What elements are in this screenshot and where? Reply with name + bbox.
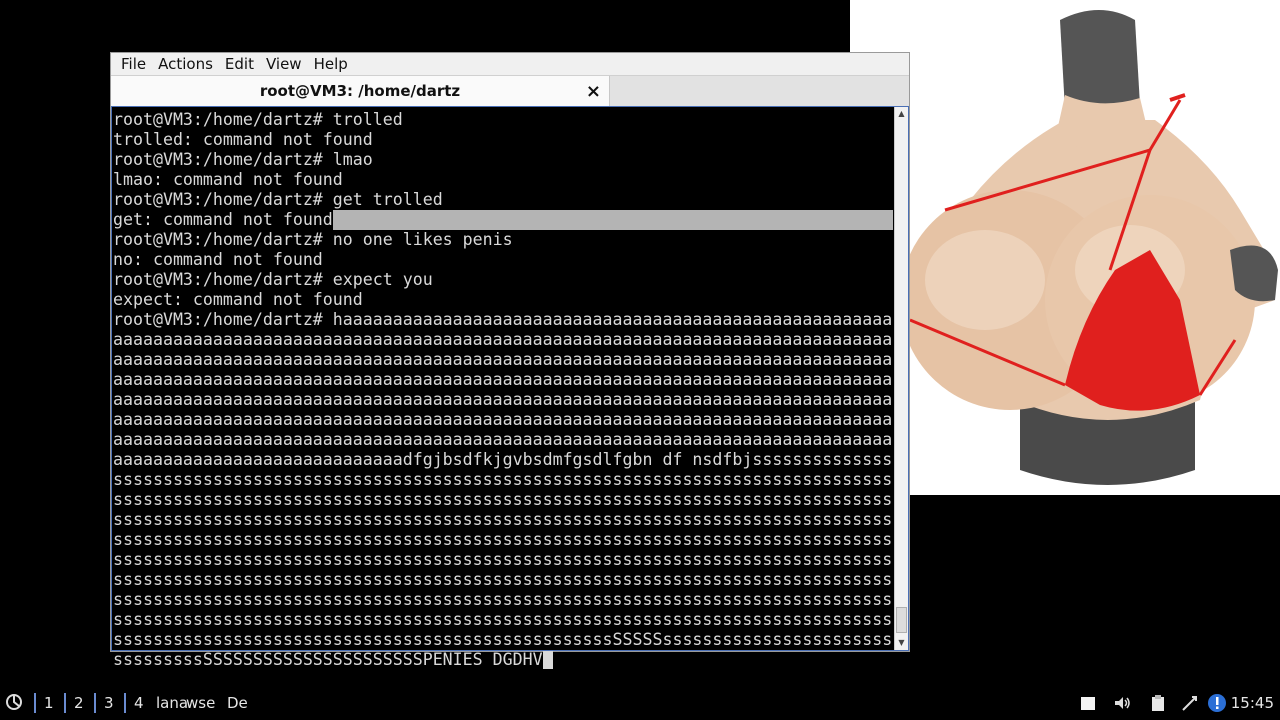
terminal-lines: root@VM3:/home/dartz# trolled trolled: co… <box>113 110 893 670</box>
task-item[interactable]: lana <box>156 694 188 712</box>
taskbar-separator <box>34 693 36 713</box>
desktop: File Actions Edit View Help root@VM3: /h… <box>0 0 1280 720</box>
terminal-line: aaaaaaaaaaaaaaaaaaaaaaaaaaaaaaaaaaaaaaaa… <box>113 330 893 349</box>
terminal-scrollbar[interactable]: ▲ ▼ <box>894 107 908 650</box>
start-menu-icon[interactable] <box>4 692 24 712</box>
product-image <box>850 0 1280 495</box>
menu-help[interactable]: Help <box>308 55 354 73</box>
workspace-1[interactable]: 1 <box>44 694 54 712</box>
volume-icon[interactable] <box>1112 693 1132 713</box>
clipboard-icon[interactable] <box>1148 693 1168 713</box>
terminal-line: aaaaaaaaaaaaaaaaaaaaaaaaaaaaaaaaaaaaaaaa… <box>113 370 893 389</box>
scroll-up-icon[interactable]: ▲ <box>895 107 908 121</box>
terminal-window[interactable]: File Actions Edit View Help root@VM3: /h… <box>110 52 910 669</box>
taskbar: 1 2 3 4 lana wse De 15:45 <box>0 686 1280 720</box>
terminal-line: get: command not found <box>113 210 893 230</box>
terminal-line: root@VM3:/home/dartz# lmao <box>113 150 373 169</box>
workspace-4[interactable]: 4 <box>134 694 144 712</box>
taskbar-separator <box>124 693 126 713</box>
workspace-2[interactable]: 2 <box>74 694 84 712</box>
tab-title: root@VM3: /home/dartz <box>259 82 461 100</box>
network-icon[interactable] <box>1180 693 1200 713</box>
close-icon[interactable]: × <box>586 81 601 102</box>
terminal-line: ssssssssssssssssssssssssssssssssssssssss… <box>113 470 893 489</box>
terminal-line: trolled: command not found <box>113 130 373 149</box>
terminal-line: root@VM3:/home/dartz# get trolled <box>113 190 443 209</box>
clock[interactable]: 15:45 <box>1231 694 1274 712</box>
terminal-line: root@VM3:/home/dartz# expect you <box>113 270 433 289</box>
task-item[interactable]: wse <box>186 694 215 712</box>
scroll-down-icon[interactable]: ▼ <box>895 636 908 650</box>
scroll-thumb[interactable] <box>896 607 907 633</box>
selection-highlight <box>332 210 893 230</box>
taskbar-separator <box>94 693 96 713</box>
terminal-line: aaaaaaaaaaaaaaaaaaaaaaaaaaaaadfgjbsdfkjg… <box>113 450 893 469</box>
terminal-line: sssssssssSSSSSSSSSSSSSSSSSSSSSSPENIES DG… <box>113 650 893 670</box>
menu-actions[interactable]: Actions <box>152 55 219 73</box>
task-item[interactable]: De <box>227 694 248 712</box>
terminal-line: aaaaaaaaaaaaaaaaaaaaaaaaaaaaaaaaaaaaaaaa… <box>113 430 893 449</box>
terminal-line: ssssssssssssssssssssssssssssssssssssssss… <box>113 490 893 509</box>
terminal-tab[interactable]: root@VM3: /home/dartz × <box>111 76 610 106</box>
terminal-line: root@VM3:/home/dartz# trolled <box>113 110 403 129</box>
terminal-output[interactable]: root@VM3:/home/dartz# trolled trolled: co… <box>111 106 909 669</box>
terminal-line: ssssssssssssssssssssssssssssssssssssssss… <box>113 570 893 589</box>
taskbar-separator <box>64 693 66 713</box>
terminal-line: ssssssssssssssssssssssssssssssssssssssss… <box>113 590 893 609</box>
terminal-line: no: command not found <box>113 250 323 269</box>
text-cursor <box>542 651 553 669</box>
terminal-line: lmao: command not found <box>113 170 343 189</box>
terminal-line: root@VM3:/home/dartz# no one likes penis <box>113 230 513 249</box>
terminal-line: ssssssssssssssssssssssssssssssssssssssss… <box>113 510 893 529</box>
workspace-3[interactable]: 3 <box>104 694 114 712</box>
terminal-line: expect: command not found <box>113 290 363 309</box>
terminal-line: aaaaaaaaaaaaaaaaaaaaaaaaaaaaaaaaaaaaaaaa… <box>113 390 893 409</box>
terminal-menubar: File Actions Edit View Help <box>111 53 909 75</box>
menu-view[interactable]: View <box>260 55 308 73</box>
menu-file[interactable]: File <box>115 55 152 73</box>
terminal-line: ssssssssssssssssssssssssssssssssssssssss… <box>113 550 893 569</box>
terminal-line: root@VM3:/home/dartz# haaaaaaaaaaaaaaaaa… <box>113 310 893 329</box>
terminal-line: ssssssssssssssssssssssssssssssssssssssss… <box>113 530 893 549</box>
terminal-tabbar: root@VM3: /home/dartz × <box>111 75 909 107</box>
terminal-line: aaaaaaaaaaaaaaaaaaaaaaaaaaaaaaaaaaaaaaaa… <box>113 410 893 429</box>
terminal-line: aaaaaaaaaaaaaaaaaaaaaaaaaaaaaaaaaaaaaaaa… <box>113 350 893 369</box>
menu-edit[interactable]: Edit <box>219 55 260 73</box>
terminal-line: ssssssssssssssssssssssssssssssssssssssss… <box>113 630 893 649</box>
notes-icon[interactable] <box>1078 693 1098 713</box>
terminal-line: ssssssssssssssssssssssssssssssssssssssss… <box>113 610 893 629</box>
update-notifier-icon[interactable] <box>1207 693 1227 713</box>
image-window <box>850 0 1280 495</box>
